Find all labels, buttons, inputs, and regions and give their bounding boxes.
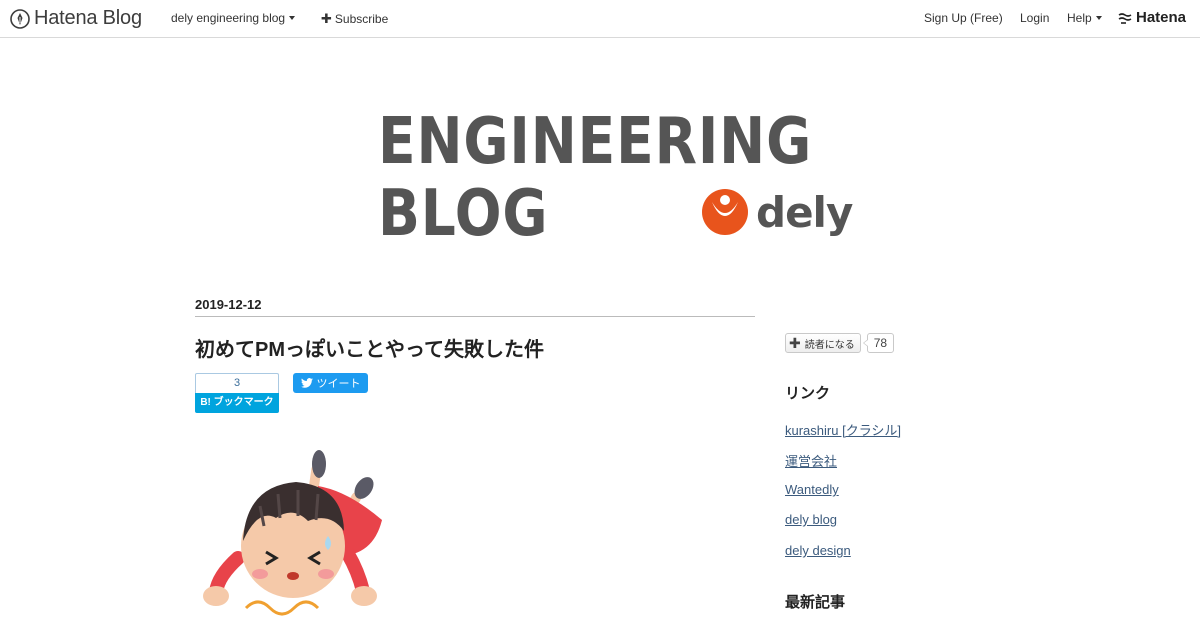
dely-logo-mark-icon (702, 189, 748, 235)
sidebar-link-company[interactable]: 運営会社 (785, 451, 837, 470)
chevron-down-icon (289, 16, 296, 20)
brand-text: Hatena Blog (34, 7, 142, 29)
hatena-logo[interactable]: Hatena (1118, 9, 1186, 26)
twitter-bird-icon (300, 378, 313, 388)
tweet-label: ツイート (316, 378, 361, 390)
blog-menu-label: dely engineering blog (171, 11, 286, 25)
subscribe-label: Subscribe (334, 12, 389, 26)
hatena-bookmark-button[interactable]: 3 B! ブックマーク (195, 373, 279, 413)
subscribe-button[interactable]: ✚ 読者になる (785, 333, 861, 353)
subscribe-link[interactable]: ✚ Subscribe (321, 11, 388, 27)
sidebar-link-dely-design[interactable]: dely design (785, 543, 851, 558)
bookmark-count[interactable]: 3 (195, 373, 279, 393)
login-label: Login (1020, 11, 1050, 25)
header-title-line2: BLOG (378, 177, 549, 251)
help-label: Help (1067, 11, 1092, 25)
login-link[interactable]: Login (1020, 11, 1049, 25)
sidebar-link-wantedly[interactable]: Wantedly (785, 482, 839, 497)
sidebar-link-kurashiru[interactable]: kurashiru [クラシル] (785, 420, 901, 439)
plus-icon: ✚ (789, 335, 801, 351)
divider (195, 316, 755, 317)
company-wordmark: dely (756, 188, 853, 237)
entry-title[interactable]: 初めてPMっぽいことやって失敗した件 (195, 333, 544, 362)
blog-header-logo[interactable]: ENGINEERING BLOG dely (378, 105, 853, 251)
blog-menu[interactable]: dely engineering blog (171, 11, 296, 25)
chevron-down-icon (1095, 16, 1102, 20)
help-menu[interactable]: Help (1067, 11, 1102, 25)
subscribe-button-label: 読者になる (804, 339, 855, 351)
tweet-button[interactable]: ツイート (293, 373, 368, 393)
global-header: Hatena Blog dely engineering blog ✚ Subs… (0, 0, 1200, 38)
sidebar-link-dely-blog[interactable]: dely blog (785, 512, 837, 527)
entry-date[interactable]: 2019-12-12 (195, 297, 262, 312)
signup-label: Sign Up (Free) (924, 11, 1003, 25)
signup-link[interactable]: Sign Up (Free) (924, 11, 1003, 25)
subscriber-count[interactable]: 78 (862, 333, 895, 353)
header-title-line1: ENGINEERING (378, 105, 813, 179)
hatena-blog-brand[interactable]: Hatena Blog (10, 7, 142, 30)
hatena-logo-text: Hatena (1136, 9, 1187, 26)
hatena-blog-pen-icon (10, 8, 30, 29)
hatena-logo-icon (1118, 12, 1132, 24)
links-heading: リンク (785, 385, 831, 402)
recent-entries-heading: 最新記事 (785, 594, 846, 611)
bookmark-label: B! ブックマーク (195, 393, 279, 413)
plus-icon: ✚ (321, 11, 332, 26)
fallen-child-illustration (203, 450, 382, 616)
subscribe-widget: ✚ 読者になる 78 (785, 333, 895, 353)
